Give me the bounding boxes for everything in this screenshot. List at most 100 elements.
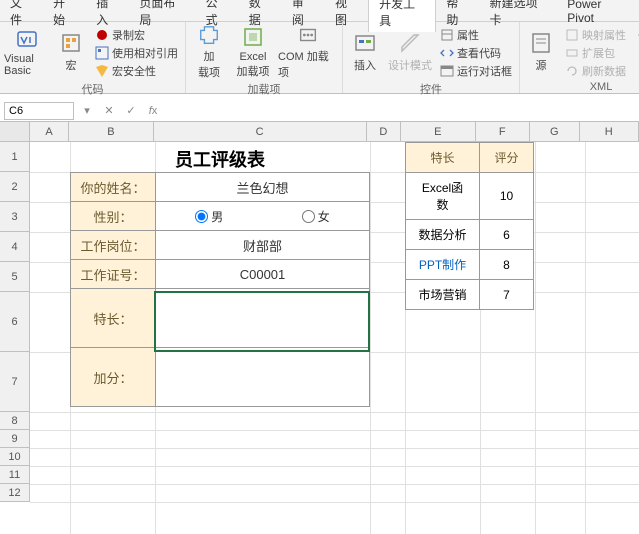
row-header-7[interactable]: 7: [0, 352, 30, 412]
col-header-F[interactable]: F: [476, 122, 530, 141]
xml-source-button[interactable]: 源: [524, 24, 558, 80]
select-all-corner[interactable]: [0, 122, 30, 141]
score-table: 特长 评分 Excel函数10数据分析6PPT制作8市场营销7: [405, 142, 534, 310]
refresh-button[interactable]: 刷新数据: [562, 62, 629, 79]
side-row-score-3[interactable]: 7: [480, 280, 534, 310]
group-xml: 源 映射属性 扩展包 刷新数据 导出: [520, 22, 639, 93]
security-icon: [95, 64, 109, 78]
value-specialty[interactable]: [156, 289, 370, 348]
row-header-2[interactable]: 2: [0, 172, 30, 202]
col-header-C[interactable]: C: [154, 122, 367, 141]
com-addins-button[interactable]: COM 加载项: [278, 24, 338, 80]
design-icon: [398, 31, 422, 55]
col-header-G[interactable]: G: [530, 122, 580, 141]
label-name: 你的姓名：: [71, 173, 156, 202]
properties-icon: [440, 28, 454, 42]
label-specialty: 特长：: [71, 289, 156, 348]
row-header-6[interactable]: 6: [0, 292, 30, 352]
relative-icon: [95, 46, 109, 60]
ribbon-tabs: 文件开始插入页面布局公式数据审阅视图开发工具帮助新建选项卡Power Pivot: [0, 0, 639, 22]
row-header-9[interactable]: 9: [0, 430, 30, 448]
row-header-3[interactable]: 3: [0, 202, 30, 232]
side-row-score-2[interactable]: 8: [480, 250, 534, 280]
xml-source-icon: [529, 31, 553, 55]
fx-icon[interactable]: fx: [144, 102, 162, 120]
export-button[interactable]: 导出: [633, 26, 639, 43]
radio-female[interactable]: 女: [302, 208, 330, 225]
col-header-E[interactable]: E: [401, 122, 475, 141]
side-header-a: 特长: [406, 143, 480, 173]
confirm-icon[interactable]: ✓: [122, 102, 140, 120]
row-header-11[interactable]: 11: [0, 466, 30, 484]
value-name[interactable]: 兰色幻想: [156, 173, 370, 202]
macro-security-button[interactable]: 宏安全性: [92, 62, 181, 79]
macros-button[interactable]: 宏: [54, 24, 88, 80]
group-label-code: 代码: [4, 80, 181, 98]
name-box[interactable]: [4, 102, 74, 120]
relative-refs-button[interactable]: 使用相对引用: [92, 44, 181, 61]
view-code-icon: [440, 46, 454, 60]
insert-control-icon: [353, 31, 377, 55]
vb-icon: [15, 27, 39, 51]
row-header-5[interactable]: 5: [0, 262, 30, 292]
side-row-name-3[interactable]: 市场营销: [406, 280, 480, 310]
group-label-controls: 控件: [347, 80, 515, 98]
label-position: 工作岗位：: [71, 231, 156, 260]
com-addins-icon: [296, 24, 320, 46]
employee-form: 你的姓名： 兰色幻想 性别： 男 女 工作岗位： 财部部: [70, 172, 370, 407]
row-header-4[interactable]: 4: [0, 232, 30, 262]
cancel-icon[interactable]: ✕: [100, 102, 118, 120]
form-title: 员工评级表: [70, 146, 370, 172]
value-bonus[interactable]: [156, 348, 370, 407]
formula-bar: ▾ ✕ ✓ fx: [0, 100, 639, 122]
row-header-1[interactable]: 1: [0, 142, 30, 172]
value-gender: 男 女: [156, 202, 370, 231]
group-addins: 加 载项 Excel 加载项 COM 加载项 加载项: [186, 22, 343, 93]
col-header-D[interactable]: D: [367, 122, 402, 141]
row-header-8[interactable]: 8: [0, 412, 30, 430]
record-macro-button[interactable]: 录制宏: [92, 26, 181, 43]
map-props-icon: [565, 28, 579, 42]
radio-male[interactable]: 男: [195, 208, 223, 225]
view-code-button[interactable]: 查看代码: [437, 44, 515, 61]
row-header-10[interactable]: 10: [0, 448, 30, 466]
refresh-icon: [565, 64, 579, 78]
design-mode-button[interactable]: 设计模式: [387, 24, 433, 80]
expansion-icon: [565, 46, 579, 60]
col-header-B[interactable]: B: [69, 122, 153, 141]
label-bonus: 加分：: [71, 348, 156, 407]
expansion-button[interactable]: 扩展包: [562, 44, 629, 61]
record-icon: [95, 28, 109, 42]
excel-addins-icon: [241, 25, 265, 49]
side-header-b: 评分: [480, 143, 534, 173]
side-row-name-0[interactable]: Excel函数: [406, 173, 480, 220]
map-props-button[interactable]: 映射属性: [562, 26, 629, 43]
group-label-xml: XML: [524, 80, 639, 94]
value-position[interactable]: 财部部: [156, 231, 370, 260]
group-label-addins: 加载项: [190, 80, 338, 98]
side-row-score-0[interactable]: 10: [480, 173, 534, 220]
value-id[interactable]: C00001: [156, 260, 370, 289]
formula-input[interactable]: [166, 102, 635, 120]
insert-control-button[interactable]: 插入: [347, 24, 383, 80]
excel-addins-button[interactable]: Excel 加载项: [232, 24, 274, 80]
label-id: 工作证号：: [71, 260, 156, 289]
col-header-A[interactable]: A: [30, 122, 70, 141]
group-code: Visual Basic 宏 录制宏 使用相对引用 宏安全性: [0, 22, 186, 93]
addins-button[interactable]: 加 载项: [190, 24, 228, 80]
side-row-name-1[interactable]: 数据分析: [406, 220, 480, 250]
run-dialog-icon: [440, 64, 454, 78]
row-header-12[interactable]: 12: [0, 484, 30, 502]
visual-basic-button[interactable]: Visual Basic: [4, 24, 50, 80]
side-row-score-1[interactable]: 6: [480, 220, 534, 250]
col-header-H[interactable]: H: [580, 122, 639, 141]
group-controls: 插入 设计模式 属性 查看代码 运行对话框: [343, 22, 520, 93]
macros-icon: [59, 31, 83, 55]
ribbon: Visual Basic 宏 录制宏 使用相对引用 宏安全性: [0, 22, 639, 94]
dropdown-icon[interactable]: ▾: [78, 102, 96, 120]
addins-icon: [197, 24, 221, 46]
properties-button[interactable]: 属性: [437, 26, 515, 43]
run-dialog-button[interactable]: 运行对话框: [437, 62, 515, 79]
side-row-name-2[interactable]: PPT制作: [406, 250, 480, 280]
label-gender: 性别：: [71, 202, 156, 231]
